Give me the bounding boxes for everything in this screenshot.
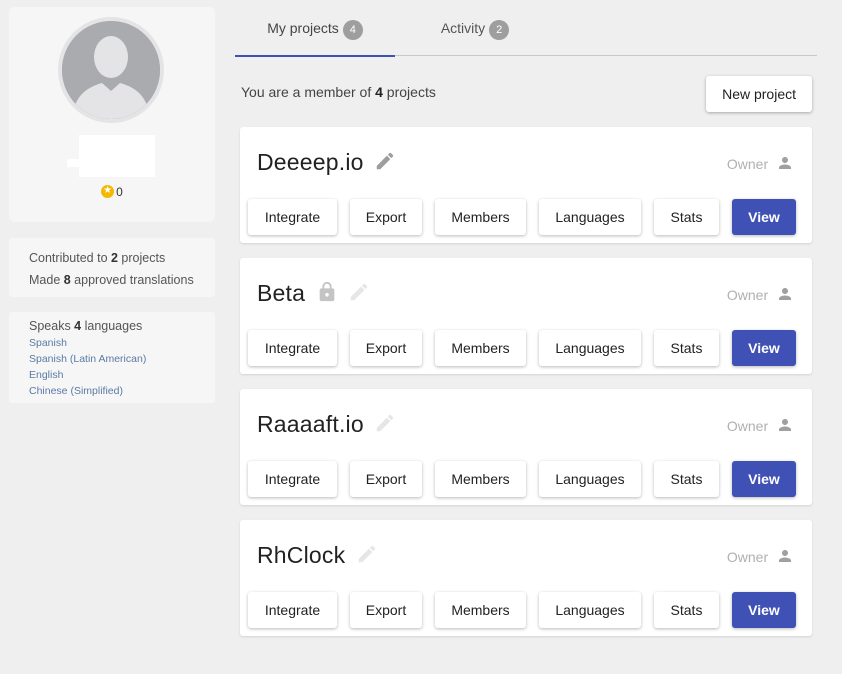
star-icon: [101, 184, 115, 198]
contribution-stats: Contributed to 2 projects Made 8 approve…: [9, 238, 215, 297]
avatar-placeholder-icon: [62, 21, 160, 119]
lock-icon: [316, 281, 338, 309]
languages-button[interactable]: Languages: [539, 461, 641, 497]
project-role: Owner: [727, 547, 794, 568]
project-card: Raaaaft.io Owner Integrate Export Member…: [240, 389, 812, 505]
project-card: Deeeep.io Owner Integrate Export Members…: [240, 127, 812, 243]
languages-title: Speaks 4 languages: [29, 317, 195, 335]
project-name[interactable]: Deeeep.io: [257, 149, 364, 175]
tab-activity-badge: 2: [489, 20, 510, 40]
language-item[interactable]: Spanish (Latin American): [29, 351, 195, 367]
view-button[interactable]: View: [732, 461, 796, 497]
tab-my-projects[interactable]: My projects 4: [235, 20, 395, 57]
export-button[interactable]: Export: [350, 330, 422, 366]
user-icon: [776, 416, 794, 437]
project-title: RhClock: [257, 542, 378, 571]
member-summary: You are a member of 4 projects: [241, 84, 436, 100]
members-button[interactable]: Members: [435, 199, 526, 235]
project-card: RhClock Owner Integrate Export Members L…: [240, 520, 812, 636]
reputation-value: 0: [116, 185, 123, 199]
tab-my-projects-label: My projects: [267, 20, 339, 36]
stats-button[interactable]: Stats: [654, 199, 719, 235]
tab-bar: My projects 4 Activity 2: [235, 0, 817, 57]
project-title: Raaaaft.io: [257, 411, 396, 440]
languages-prefix: Speaks: [29, 319, 75, 333]
project-title: Beta: [257, 280, 370, 309]
member-suffix: projects: [382, 84, 436, 100]
languages-button[interactable]: Languages: [539, 592, 641, 628]
tab-activity[interactable]: Activity 2: [395, 20, 555, 56]
user-icon: [776, 547, 794, 568]
new-project-button[interactable]: New project: [706, 76, 812, 112]
user-icon: [776, 285, 794, 306]
pencil-icon[interactable]: [348, 281, 370, 309]
integrate-button[interactable]: Integrate: [248, 330, 337, 366]
redacted-username: [67, 135, 155, 177]
contributed-line: Contributed to 2 projects: [29, 247, 195, 269]
project-title: Deeeep.io: [257, 149, 396, 178]
stats-button[interactable]: Stats: [654, 592, 719, 628]
member-row: You are a member of 4 projects New proje…: [235, 56, 817, 127]
project-name[interactable]: Raaaaft.io: [257, 411, 364, 437]
project-name[interactable]: RhClock: [257, 542, 345, 568]
pencil-icon[interactable]: [374, 150, 396, 178]
reputation: 0: [9, 184, 215, 199]
project-role-label: Owner: [726, 287, 769, 303]
members-button[interactable]: Members: [435, 461, 526, 497]
main-content: My projects 4 Activity 2 You are a member …: [235, 0, 817, 651]
integrate-button[interactable]: Integrate: [248, 592, 337, 628]
export-button[interactable]: Export: [350, 199, 422, 235]
user-icon: [776, 154, 794, 175]
contributed-suffix: projects: [117, 251, 166, 265]
project-role-label: Owner: [726, 549, 769, 565]
sidebar: 0 Contributed to 2 projects Made 8 appro…: [9, 7, 215, 403]
project-role-label: Owner: [726, 156, 769, 172]
integrate-button[interactable]: Integrate: [248, 199, 337, 235]
view-button[interactable]: View: [732, 330, 796, 366]
project-role-label: Owner: [726, 418, 769, 434]
tab-activity-label: Activity: [440, 20, 486, 36]
profile-card: 0: [9, 7, 215, 222]
members-button[interactable]: Members: [435, 330, 526, 366]
approved-prefix: Made: [29, 273, 64, 287]
export-button[interactable]: Export: [350, 461, 422, 497]
avatar[interactable]: [58, 17, 164, 123]
pencil-icon[interactable]: [374, 412, 396, 440]
languages-button[interactable]: Languages: [539, 199, 641, 235]
pencil-icon[interactable]: [356, 543, 378, 571]
project-role: Owner: [727, 154, 794, 175]
project-name[interactable]: Beta: [257, 280, 305, 306]
members-button[interactable]: Members: [435, 592, 526, 628]
view-button[interactable]: View: [732, 592, 796, 628]
export-button[interactable]: Export: [350, 592, 422, 628]
tab-my-projects-badge: 4: [342, 20, 363, 40]
project-role: Owner: [727, 416, 794, 437]
approved-suffix: approved translations: [70, 273, 194, 287]
stats-button[interactable]: Stats: [654, 330, 719, 366]
contributed-prefix: Contributed to: [29, 251, 111, 265]
languages-suffix: languages: [81, 319, 143, 333]
approved-count: 8: [63, 273, 71, 287]
member-prefix: You are a member of: [241, 84, 376, 100]
approved-line: Made 8 approved translations: [29, 269, 195, 291]
project-card: Beta Owner Integrate Export Members Lang…: [240, 258, 812, 374]
language-item[interactable]: Spanish: [29, 335, 195, 351]
stats-button[interactable]: Stats: [654, 461, 719, 497]
project-role: Owner: [727, 285, 794, 306]
view-button[interactable]: View: [732, 199, 796, 235]
languages-card: Speaks 4 languages Spanish Spanish (Lati…: [9, 312, 215, 403]
integrate-button[interactable]: Integrate: [248, 461, 337, 497]
languages-button[interactable]: Languages: [539, 330, 641, 366]
contributed-count: 2: [111, 251, 118, 265]
language-item[interactable]: English: [29, 367, 195, 383]
language-item[interactable]: Chinese (Simplified): [29, 383, 195, 399]
member-count: 4: [375, 84, 383, 100]
